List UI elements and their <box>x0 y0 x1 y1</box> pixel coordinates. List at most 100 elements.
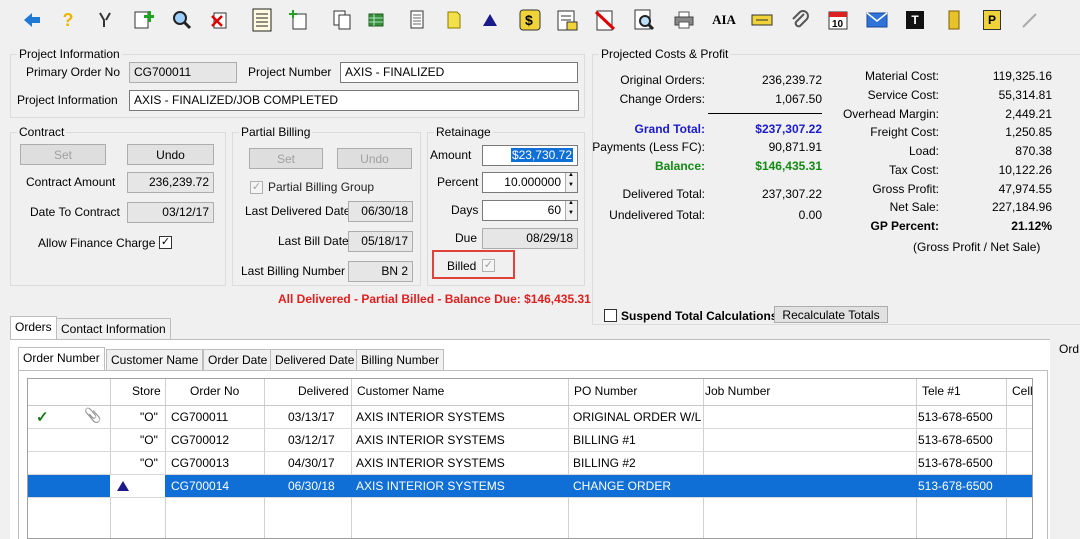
table-row[interactable]: "O"CG70001406/30/18AXIS INTERIOR SYSTEMS… <box>28 475 1032 498</box>
subtab-delivered-date[interactable]: Delivered Date <box>270 349 360 371</box>
aia-label: AIA <box>712 12 736 27</box>
invoice-icon[interactable]: $ <box>518 8 542 32</box>
help-icon[interactable]: ? <box>56 8 80 32</box>
tab-orders[interactable]: Orders <box>10 316 57 340</box>
cell-store: "O" <box>140 410 158 424</box>
project-information-legend: Project Information <box>17 47 122 61</box>
table-row[interactable]: "O" CG700012 03/12/17 AXIS INTERIOR SYSTEMS… <box>28 429 1032 452</box>
cost-right-value: 55,314.81 <box>998 88 1052 102</box>
add-record-icon[interactable] <box>286 8 310 32</box>
notes-icon[interactable] <box>248 8 272 32</box>
cost-right-value: 119,325.16 <box>992 69 1052 83</box>
last-delivered-field[interactable]: 06/30/18 <box>348 201 413 222</box>
column-header-customer-name[interactable]: Customer Name <box>353 379 448 405</box>
subtab-order-date[interactable]: Order Date <box>203 349 273 371</box>
date-to-contract-label: Date To Contract <box>30 205 120 219</box>
back-arrow-icon[interactable] <box>20 8 44 32</box>
p-icon[interactable]: P <box>980 8 1004 32</box>
contract-amount-field[interactable]: 236,239.72 <box>127 172 214 193</box>
search-icon[interactable] <box>170 8 194 32</box>
last-bill-date-field[interactable]: 05/18/17 <box>348 231 413 252</box>
column-header-job-number[interactable]: Job Number <box>701 379 774 405</box>
retainage-percent-label: Percent <box>437 175 479 189</box>
email-icon[interactable] <box>865 8 889 32</box>
pen-icon[interactable] <box>1018 8 1042 32</box>
project-info-field[interactable]: AXIS - FINALIZED/JOB COMPLETED <box>129 90 579 111</box>
row-indicator-cell <box>110 475 165 497</box>
primary-order-field[interactable]: CG700011 <box>129 62 237 83</box>
cost-right-value: 1,250.85 <box>1005 125 1052 139</box>
column-header-delivered[interactable]: Delivered <box>294 379 353 405</box>
copy-icon[interactable] <box>330 8 354 32</box>
project-number-field[interactable]: AXIS - FINALIZED <box>340 62 578 83</box>
partial-billing-group-checkbox[interactable]: ✓ <box>250 181 263 194</box>
subtab-order-number[interactable]: Order Number <box>18 347 105 371</box>
partial-set-button[interactable]: Set <box>249 148 323 169</box>
tab-contact-information[interactable]: Contact Information <box>56 318 171 340</box>
document-icon[interactable] <box>405 8 429 32</box>
last-bill-date-label: Last Bill Date <box>278 234 349 248</box>
cost-right-label: Overhead Margin: <box>842 107 939 121</box>
attachment-icon: 📎 <box>84 407 102 423</box>
suspend-calculations-label: Suspend Total Calculations <box>621 309 778 323</box>
cost-left-label: Undelivered Total: <box>609 208 705 222</box>
cost-left-label: Grand Total: <box>634 122 705 136</box>
percent-spinner[interactable] <box>565 173 577 192</box>
cost-left-value: 90,871.91 <box>768 140 822 154</box>
contract-legend: Contract <box>17 125 67 139</box>
book-icon[interactable] <box>942 8 966 32</box>
triangle-icon[interactable] <box>478 8 502 32</box>
retainage-days-value: 60 <box>547 203 561 217</box>
days-spinner[interactable] <box>565 201 577 220</box>
retainage-due-field[interactable]: 08/29/18 <box>482 228 578 249</box>
suspend-calculations-checkbox[interactable] <box>604 309 617 322</box>
cost-right-value: 10,122.26 <box>998 163 1052 177</box>
date-to-contract-field[interactable]: 03/12/17 <box>127 202 214 223</box>
orders-grid[interactable]: Store Order No Delivered Customer Name P… <box>27 378 1033 539</box>
preview-icon[interactable] <box>632 8 656 32</box>
column-header-po-number[interactable]: PO Number <box>570 379 641 405</box>
grand-total-divider <box>708 113 822 114</box>
cost-left-label: Payments (Less FC): <box>592 140 705 154</box>
text-icon[interactable]: T <box>903 8 927 32</box>
svg-text:10: 10 <box>832 19 844 30</box>
spreadsheet-icon[interactable] <box>364 8 388 32</box>
retainage-percent-field[interactable]: 10.000000 <box>482 172 578 193</box>
subtab-billing-number[interactable]: Billing Number <box>356 349 445 371</box>
cost-right-label: Tax Cost: <box>888 163 939 177</box>
add-new-icon[interactable] <box>131 8 155 32</box>
projected-costs-legend: Projected Costs & Profit <box>599 47 731 61</box>
delete-icon[interactable] <box>208 8 232 32</box>
column-header-store[interactable]: Store <box>128 379 165 405</box>
printer-icon[interactable] <box>672 8 696 32</box>
retainage-days-field[interactable]: 60 <box>482 200 578 221</box>
subtab-customer-name[interactable]: Customer Name <box>106 349 204 371</box>
table-row[interactable]: "O" CG700013 04/30/17 AXIS INTERIOR SYSTEMS… <box>28 452 1032 475</box>
calendar-icon[interactable]: 10 <box>826 8 850 32</box>
partial-undo-button[interactable]: Undo <box>337 148 412 169</box>
cell-tele: 513-678-6500 <box>918 433 993 447</box>
note-icon[interactable] <box>442 8 466 32</box>
retainage-amount-field[interactable]: $23,730.72 <box>482 145 578 166</box>
table-row[interactable]: "O" CG700011 03/13/17 AXIS INTERIOR SYSTEMS… <box>28 406 1032 429</box>
cell-delivered: 06/30/18 <box>288 479 335 493</box>
edit-invoice-icon[interactable] <box>555 8 579 32</box>
column-header-tele-1[interactable]: Tele #1 <box>918 379 965 405</box>
cancel-document-icon[interactable] <box>593 8 617 32</box>
allow-finance-charge-checkbox[interactable]: ✓ <box>159 236 172 249</box>
recalculate-totals-button[interactable]: Recalculate Totals <box>774 306 888 323</box>
cost-right-label: GP Percent: <box>870 219 939 233</box>
column-header-cell[interactable]: Cell <box>1008 379 1032 405</box>
ticket-icon[interactable] <box>750 8 774 32</box>
aia-icon[interactable]: AIA <box>710 8 738 32</box>
cost-right-value: 870.38 <box>1015 144 1052 158</box>
project-info-label: Project Information <box>17 93 118 107</box>
attachment-icon[interactable] <box>788 8 812 32</box>
contract-undo-button[interactable]: Undo <box>127 144 214 165</box>
tools-icon[interactable] <box>93 8 117 32</box>
cell-order-no: CG700013 <box>171 456 230 470</box>
contract-set-button[interactable]: Set <box>20 144 106 165</box>
column-header-order-no[interactable]: Order No <box>186 379 243 405</box>
last-billing-number-field[interactable]: BN 2 <box>348 261 413 282</box>
billed-checkbox[interactable]: ✓ <box>482 259 495 272</box>
